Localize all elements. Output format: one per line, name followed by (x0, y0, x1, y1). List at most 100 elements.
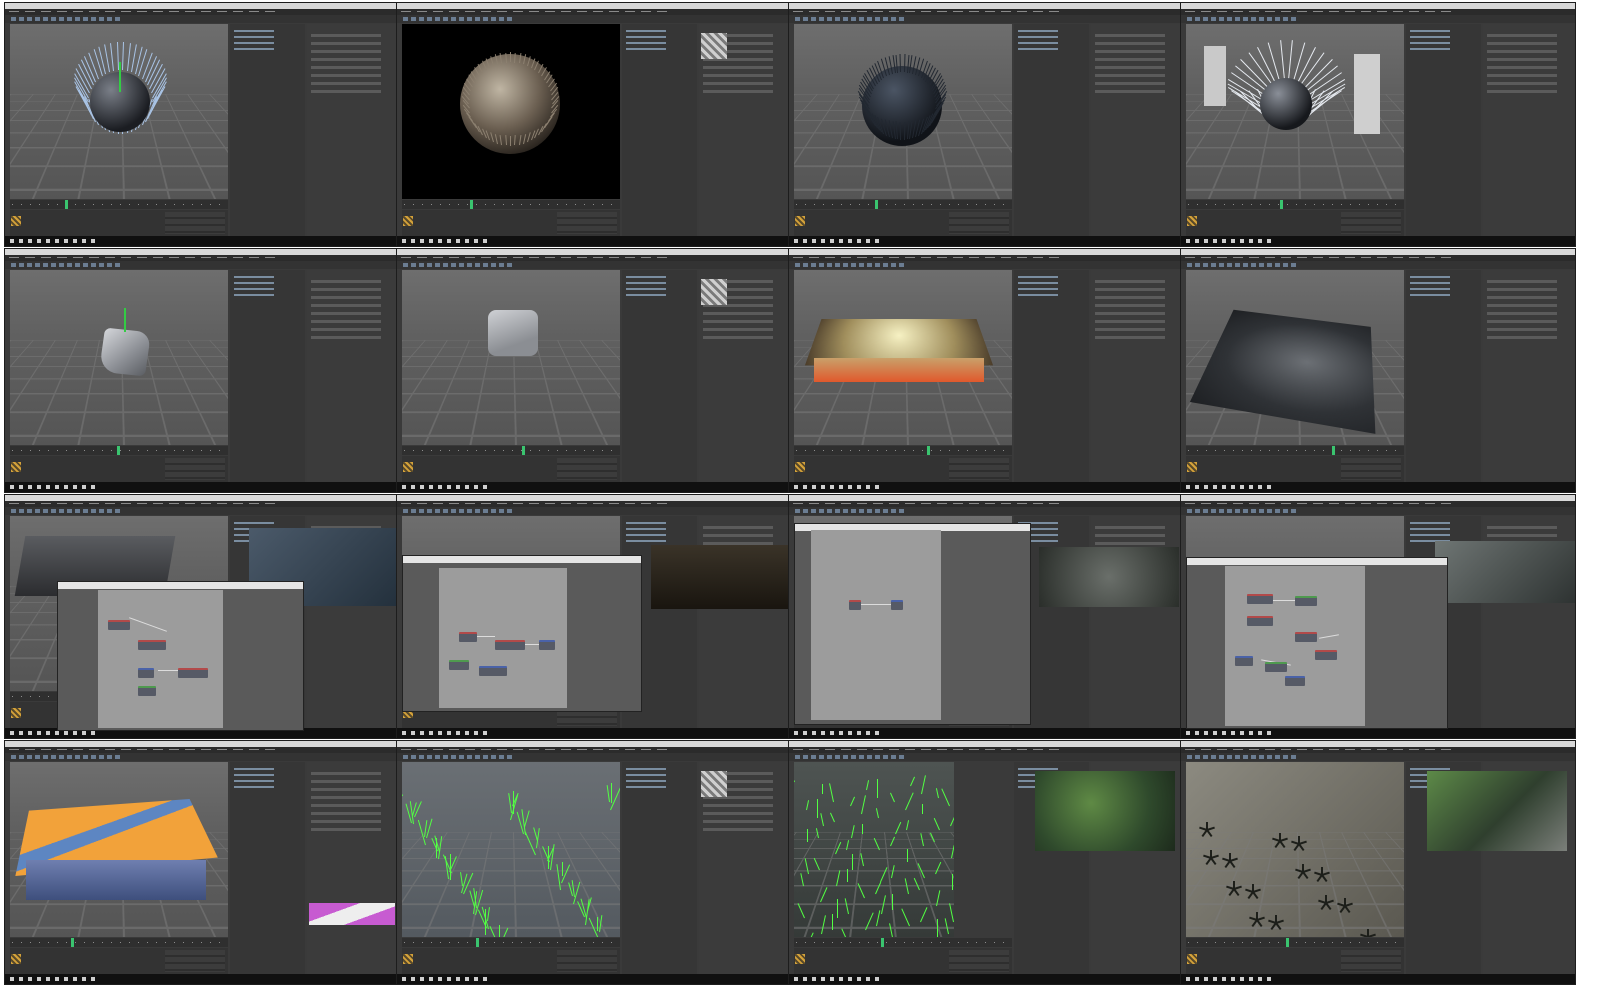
windows-taskbar[interactable] (397, 236, 791, 246)
toolbar[interactable] (789, 753, 1183, 761)
shader-node[interactable] (138, 686, 156, 696)
attribute-manager[interactable] (307, 762, 397, 974)
node-editor-window[interactable] (794, 523, 1031, 725)
coordinates-panel[interactable] (949, 212, 1009, 234)
object-manager[interactable] (230, 24, 305, 236)
windows-taskbar[interactable] (397, 974, 791, 984)
viewport[interactable] (1186, 270, 1404, 445)
windows-taskbar[interactable] (1181, 236, 1575, 246)
toolbar[interactable] (5, 261, 399, 269)
viewport[interactable] (10, 24, 228, 199)
timeline-playhead[interactable] (470, 200, 473, 209)
shader-node[interactable] (449, 660, 469, 670)
timeline-bar[interactable] (794, 200, 1012, 209)
material-swatch[interactable] (403, 954, 413, 964)
timeline-bar[interactable] (402, 200, 620, 209)
timeline-bar[interactable] (10, 938, 228, 947)
toolbar[interactable] (397, 15, 791, 23)
thumbnail-8[interactable] (1180, 248, 1576, 493)
viewport[interactable] (10, 762, 228, 937)
shader-node[interactable] (539, 640, 555, 650)
thumbnail-1[interactable] (4, 2, 400, 247)
coordinates-panel[interactable] (165, 212, 225, 234)
coordinates-panel[interactable] (1341, 458, 1401, 480)
shader-node[interactable] (459, 632, 477, 642)
coordinates-panel[interactable] (557, 950, 617, 972)
coordinates-panel[interactable] (165, 950, 225, 972)
thumbnail-9[interactable] (4, 494, 400, 739)
material-swatch[interactable] (11, 954, 21, 964)
timeline-bar[interactable] (1186, 938, 1404, 947)
thumbnail-3[interactable] (788, 2, 1184, 247)
windows-taskbar[interactable] (5, 482, 399, 492)
timeline-bar[interactable] (10, 200, 228, 209)
material-swatch[interactable] (1187, 954, 1197, 964)
node-editor-titlebar[interactable] (403, 556, 641, 563)
thumbnail-7[interactable] (788, 248, 1184, 493)
node-editor-titlebar[interactable] (1187, 558, 1447, 565)
material-swatch[interactable] (11, 708, 21, 718)
toolbar[interactable] (1181, 753, 1575, 761)
toolbar[interactable] (1181, 15, 1575, 23)
shader-node[interactable] (178, 668, 208, 678)
shader-node[interactable] (1285, 676, 1305, 686)
material-preview-checker[interactable] (701, 33, 727, 59)
shader-node[interactable] (1265, 662, 1287, 672)
attribute-manager[interactable] (1483, 24, 1573, 236)
attribute-manager[interactable] (1483, 270, 1573, 482)
attribute-manager[interactable] (1091, 270, 1181, 482)
shader-node[interactable] (495, 640, 525, 650)
shader-node[interactable] (1247, 594, 1273, 604)
object-manager[interactable] (622, 270, 697, 482)
shader-node[interactable] (138, 640, 166, 650)
toolbar[interactable] (5, 753, 399, 761)
thumbnail-2[interactable] (396, 2, 792, 247)
node-canvas[interactable] (811, 530, 941, 720)
attribute-manager[interactable] (307, 24, 397, 236)
windows-taskbar[interactable] (789, 728, 1183, 738)
material-swatch[interactable] (403, 462, 413, 472)
timeline-playhead[interactable] (1280, 200, 1283, 209)
coordinates-panel[interactable] (165, 458, 225, 480)
object-manager[interactable] (622, 762, 697, 974)
shader-node[interactable] (479, 666, 507, 676)
windows-taskbar[interactable] (789, 236, 1183, 246)
thumbnail-14[interactable] (396, 740, 792, 985)
toolbar[interactable] (789, 15, 1183, 23)
material-swatch[interactable] (403, 216, 413, 226)
material-swatch[interactable] (1187, 462, 1197, 472)
node-editor-titlebar[interactable] (58, 582, 303, 589)
coordinates-panel[interactable] (949, 950, 1009, 972)
object-manager[interactable] (230, 270, 305, 482)
timeline-playhead[interactable] (117, 446, 120, 455)
shader-node[interactable] (108, 620, 130, 630)
shader-node[interactable] (1295, 632, 1317, 642)
viewport[interactable] (10, 270, 228, 445)
timeline-bar[interactable] (1186, 200, 1404, 209)
timeline-playhead[interactable] (65, 200, 68, 209)
toolbar[interactable] (1181, 507, 1575, 515)
timeline-playhead[interactable] (881, 938, 884, 947)
thumbnail-4[interactable] (1180, 2, 1576, 247)
toolbar[interactable] (789, 261, 1183, 269)
material-swatch[interactable] (795, 216, 805, 226)
thumbnail-16[interactable] (1180, 740, 1576, 985)
toolbar[interactable] (397, 261, 791, 269)
material-swatch[interactable] (11, 462, 21, 472)
shader-node[interactable] (1295, 596, 1317, 606)
material-swatch[interactable] (11, 216, 21, 226)
coordinates-panel[interactable] (1341, 212, 1401, 234)
thumbnail-10[interactable] (396, 494, 792, 739)
toolbar[interactable] (397, 753, 791, 761)
timeline-bar[interactable] (1186, 446, 1404, 455)
thumbnail-6[interactable] (396, 248, 792, 493)
node-canvas[interactable] (1225, 566, 1365, 726)
timeline-bar[interactable] (402, 446, 620, 455)
viewport[interactable] (794, 762, 954, 937)
windows-taskbar[interactable] (5, 236, 399, 246)
thumbnail-12[interactable] (1180, 494, 1576, 739)
coordinates-panel[interactable] (1341, 950, 1401, 972)
shader-node[interactable] (138, 668, 154, 678)
shader-node[interactable] (1247, 616, 1273, 626)
timeline-bar[interactable] (794, 938, 1012, 947)
